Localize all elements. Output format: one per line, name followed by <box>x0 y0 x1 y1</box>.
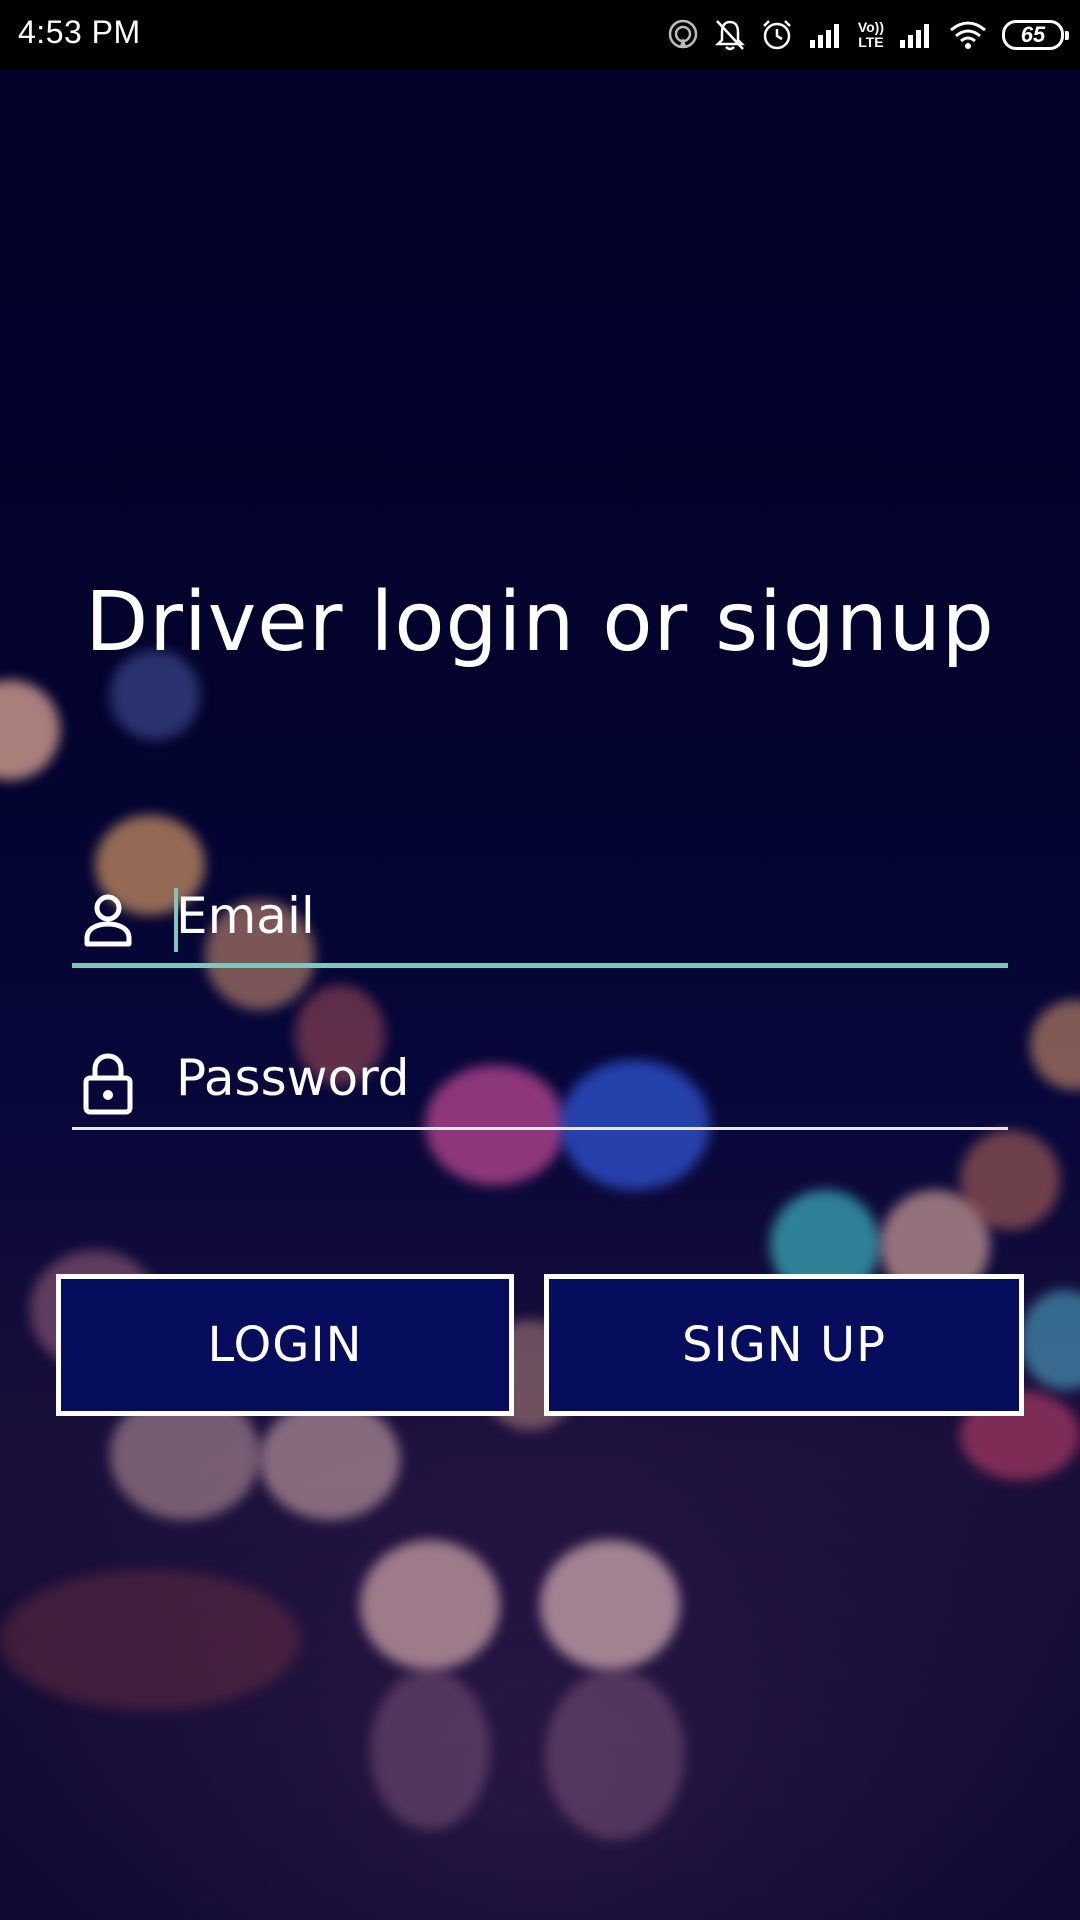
bell-off-icon <box>714 18 746 52</box>
wifi-icon <box>948 19 988 51</box>
status-icons: Vo)) LTE 65 <box>666 12 1069 58</box>
person-icon <box>80 890 136 950</box>
email-input[interactable] <box>176 876 996 956</box>
bokeh-background <box>0 70 1080 1920</box>
email-underline <box>72 963 1008 968</box>
page-title: Driver login or signup <box>85 575 995 670</box>
alarm-icon <box>760 18 794 52</box>
lock-icon <box>80 1052 136 1115</box>
login-screen: 4:53 PM Vo)) LTE 65 Driver login or sign… <box>0 0 1080 1920</box>
email-field[interactable] <box>72 868 1008 968</box>
signup-button[interactable]: SIGN UP <box>544 1274 1024 1416</box>
password-underline <box>72 1127 1008 1130</box>
signal-icon <box>808 20 844 50</box>
battery-level: 65 <box>1020 22 1046 47</box>
password-field[interactable] <box>72 1030 1008 1130</box>
hotspot-icon <box>666 18 700 52</box>
battery-icon: 65 <box>1002 20 1069 50</box>
password-input[interactable] <box>176 1038 996 1118</box>
status-bar: 4:53 PM Vo)) LTE 65 <box>0 0 1080 70</box>
signal-icon <box>898 20 934 50</box>
login-button[interactable]: LOGIN <box>56 1274 514 1416</box>
volte-icon: Vo)) LTE <box>857 19 884 50</box>
status-time: 4:53 PM <box>18 14 141 50</box>
